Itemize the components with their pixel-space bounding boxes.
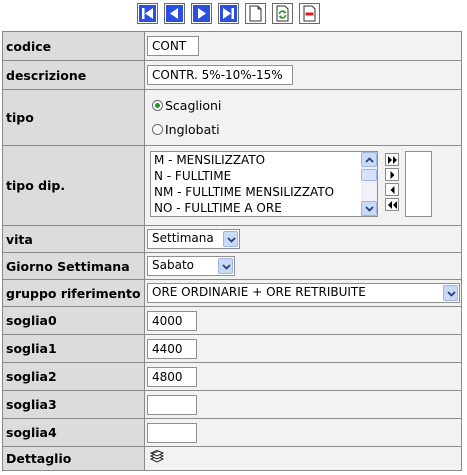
row-gruppo-riferimento: gruppo riferimento ORE ORDINARIE + ORE R… [2,279,462,307]
gruppo-riferimento-selected-value: ORE ORDINARIE + ORE RETRIBUITE [152,285,366,299]
arrow-right-icon [390,171,395,179]
chevron-down-icon [447,291,456,297]
tipo-option-inglobati[interactable]: Inglobati [145,118,461,142]
tipo-dip-available-list[interactable]: M - MENSILIZZATO N - FULLTIME NM - FULLT… [150,151,378,217]
soglia2-input[interactable]: 4800 [147,366,197,387]
soglia1-label: soglia1 [2,334,145,363]
tipo-label: tipo [2,89,145,146]
soglia0-label: soglia0 [2,306,145,335]
new-record-button[interactable] [245,3,266,24]
vita-select[interactable]: Settimana [147,229,240,249]
delete-record-button[interactable] [299,3,320,24]
previous-record-icon [166,5,183,22]
chevron-down-icon [222,264,231,270]
delete-icon [303,5,316,22]
scroll-up-button[interactable] [361,152,377,167]
stack-detail-icon[interactable] [149,450,165,464]
soglia4-label: soglia4 [2,418,145,447]
soglia0-input[interactable]: 4000 [147,310,197,331]
first-record-icon [139,5,156,22]
arrow-left-icon [390,186,395,194]
chevron-down-icon [365,206,374,212]
refresh-icon [276,5,289,22]
tipo-dip-selected-list[interactable] [405,151,432,217]
move-all-left-button[interactable] [385,198,399,211]
giorno-settimana-select[interactable]: Sabato [147,256,235,276]
row-soglia4: soglia4 [2,418,462,447]
gruppo-riferimento-dropdown-button[interactable] [443,285,458,301]
list-item[interactable]: N - FULLTIME [151,168,377,184]
giorno-settimana-selected-value: Sabato [152,258,194,272]
new-document-icon [249,5,262,22]
row-vita: vita Settimana [2,225,462,253]
row-soglia3: soglia3 [2,390,462,419]
list-scrollbar[interactable] [361,152,377,216]
giorno-settimana-dropdown-button[interactable] [218,258,233,274]
scaglioni-radio[interactable] [152,100,163,111]
row-dettaglio: Dettaglio [2,446,462,471]
soglia4-input[interactable] [147,422,197,443]
next-record-button[interactable] [191,3,212,24]
scaglioni-label: Scaglioni [165,98,222,113]
next-record-icon [193,5,210,22]
last-record-icon [220,5,237,22]
chevron-down-icon [227,237,236,243]
double-arrow-right-icon [388,156,397,164]
giorno-settimana-label: Giorno Settimana [2,252,145,280]
descrizione-input[interactable]: CONTR. 5%-10%-15% [147,65,293,85]
codice-label: codice [2,31,145,61]
double-arrow-left-icon [388,201,397,209]
row-soglia2: soglia2 4800 [2,362,462,391]
inglobati-radio[interactable] [152,124,163,135]
row-soglia0: soglia0 4000 [2,306,462,335]
gruppo-riferimento-select[interactable]: ORE ORDINARIE + ORE RETRIBUITE [147,283,460,303]
move-left-button[interactable] [385,183,399,196]
list-item[interactable]: NO - FULLTIME A ORE [151,200,377,216]
move-right-button[interactable] [385,168,399,181]
soglia2-label: soglia2 [2,362,145,391]
last-record-button[interactable] [218,3,239,24]
tipo-dip-label: tipo dip. [2,145,145,226]
list-item[interactable]: NM - FULLTIME MENSILIZZATO [151,184,377,200]
chevron-up-icon [365,157,374,163]
row-giorno-settimana: Giorno Settimana Sabato [2,252,462,280]
scroll-thumb[interactable] [361,169,377,181]
codice-input[interactable]: CONT [147,36,199,56]
row-tipo: tipo Scaglioni Inglobati [2,89,462,146]
scroll-down-button[interactable] [361,201,377,216]
soglia3-input[interactable] [147,394,197,415]
vita-selected-value: Settimana [152,231,214,245]
previous-record-button[interactable] [164,3,185,24]
list-move-buttons [385,153,399,213]
move-all-right-button[interactable] [385,153,399,166]
gruppo-riferimento-label: gruppo riferimento [2,279,145,307]
dettaglio-label: Dettaglio [2,446,145,471]
row-descrizione: descrizione CONTR. 5%-10%-15% [2,60,462,90]
row-tipo-dip: tipo dip. M - MENSILIZZATO N - FULLTIME … [2,145,462,226]
refresh-button[interactable] [272,3,293,24]
record-toolbar [137,3,329,27]
row-soglia1: soglia1 4400 [2,334,462,363]
tipo-option-scaglioni[interactable]: Scaglioni [145,94,461,118]
first-record-button[interactable] [137,3,158,24]
soglia3-label: soglia3 [2,390,145,419]
row-codice: codice CONT [2,31,462,61]
list-item[interactable]: M - MENSILIZZATO [151,152,377,168]
descrizione-label: descrizione [2,60,145,90]
soglia1-input[interactable]: 4400 [147,338,197,359]
record-form: codice CONT descrizione CONTR. 5%-10%-15… [2,31,462,471]
vita-label: vita [2,225,145,253]
inglobati-label: Inglobati [165,122,220,137]
vita-dropdown-button[interactable] [223,231,238,247]
